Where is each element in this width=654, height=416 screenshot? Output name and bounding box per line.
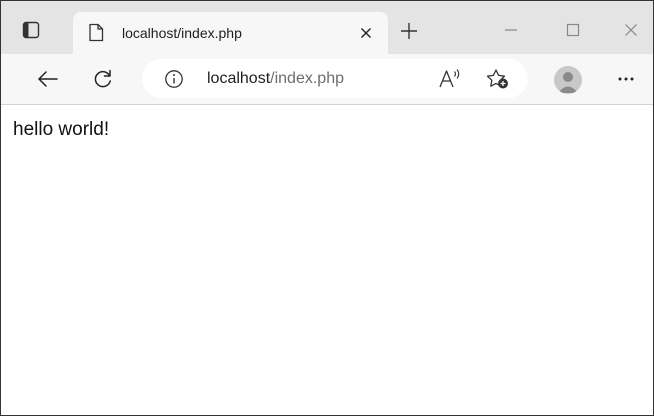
back-arrow-icon[interactable] xyxy=(34,65,62,93)
page-body-text: hello world! xyxy=(13,119,110,140)
page-icon xyxy=(88,23,106,43)
page-content: hello world! xyxy=(1,105,653,415)
url-path: /index.php xyxy=(270,70,344,87)
toolbar: localhost/index.php xyxy=(1,54,653,105)
tab-title: localhost/index.php xyxy=(122,25,242,41)
url-host: localhost xyxy=(207,70,271,87)
refresh-icon[interactable] xyxy=(89,65,117,93)
tab-actions-icon[interactable] xyxy=(17,16,45,44)
browser-window: localhost/index.php localhost/index.php … xyxy=(0,0,654,416)
close-icon[interactable] xyxy=(355,22,377,44)
avatar[interactable] xyxy=(554,66,582,94)
window-close-icon[interactable] xyxy=(618,18,644,42)
url-text[interactable]: localhost/index.php xyxy=(207,70,344,88)
tab-active[interactable]: localhost/index.php xyxy=(73,12,388,54)
more-icon[interactable] xyxy=(612,65,640,93)
plus-icon[interactable] xyxy=(396,18,422,44)
tab-strip: localhost/index.php xyxy=(1,1,653,54)
minimize-icon[interactable] xyxy=(498,18,524,42)
add-favorite-icon[interactable] xyxy=(486,68,510,90)
maximize-icon[interactable] xyxy=(560,18,586,42)
address-bar[interactable]: localhost/index.php xyxy=(142,59,528,98)
info-icon[interactable] xyxy=(164,69,184,89)
read-aloud-icon[interactable] xyxy=(438,68,462,90)
